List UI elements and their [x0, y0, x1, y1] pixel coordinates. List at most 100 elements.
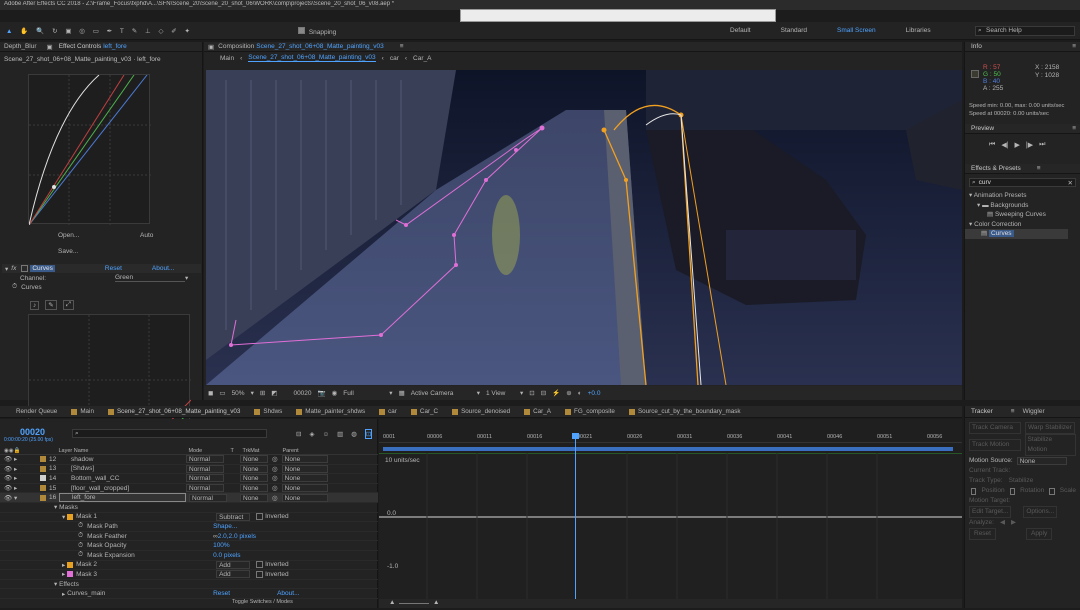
- layer-mode[interactable]: Normal: [189, 493, 227, 502]
- region-of-interest-icon[interactable]: ▭: [219, 389, 225, 397]
- layer-parent[interactable]: None: [281, 484, 328, 493]
- effects-search[interactable]: ⌕ curv ✕: [969, 178, 1076, 187]
- masks-group[interactable]: ▾ Masks: [0, 503, 378, 513]
- current-time[interactable]: 00020: [20, 427, 45, 437]
- effects-group[interactable]: ▾ Effects: [0, 580, 378, 590]
- workspace-standard[interactable]: Standard: [781, 27, 807, 34]
- comp-name-tab[interactable]: Scene_27_shot_06+08_Matte_painting_v03: [256, 43, 383, 50]
- first-frame-icon[interactable]: ⏮: [989, 141, 995, 149]
- mask-2-row[interactable]: ▸ Mask 2 Add Inverted: [0, 560, 378, 571]
- tree-sweeping-curves[interactable]: ▤ Sweeping Curves: [965, 210, 1080, 220]
- mask-opacity-value[interactable]: 100%: [213, 542, 230, 549]
- options-button[interactable]: Options...: [1023, 506, 1058, 518]
- layer-name[interactable]: [floor_wall_cropped]: [59, 485, 186, 492]
- exposure-value[interactable]: +0.0: [588, 390, 601, 397]
- camera-tool-icon[interactable]: ▣: [65, 28, 71, 35]
- layer-mode[interactable]: Normal: [186, 455, 224, 464]
- channel-dropdown[interactable]: Green: [115, 274, 185, 282]
- tree-curves[interactable]: ▤ Curves: [965, 229, 1068, 239]
- workspace-default[interactable]: Default: [730, 27, 751, 34]
- layer-parent[interactable]: None: [281, 474, 328, 483]
- current-time-display[interactable]: 00020: [293, 390, 311, 397]
- flowchart-icon[interactable]: ⊟: [541, 389, 546, 397]
- grid-icon[interactable]: ⊞: [260, 389, 265, 397]
- nav-car[interactable]: car: [390, 55, 399, 62]
- stopwatch-icon[interactable]: ⏱: [78, 551, 83, 559]
- tracker-apply-button[interactable]: Apply: [1025, 528, 1053, 540]
- mask-3-mode[interactable]: Add: [216, 570, 251, 579]
- shy-icon[interactable]: ☺: [322, 431, 329, 438]
- curve-tool-icon[interactable]: ♪: [30, 300, 40, 310]
- menu-icon[interactable]: ≡: [1037, 165, 1041, 172]
- layer-trkmat[interactable]: None: [240, 455, 268, 464]
- zoom-tool-icon[interactable]: 🔍: [36, 28, 44, 35]
- scale-checkbox[interactable]: [1049, 487, 1055, 495]
- work-area-bar[interactable]: [383, 447, 953, 451]
- roto-tool-icon[interactable]: ✐: [171, 28, 176, 35]
- menu-icon[interactable]: ≡: [1072, 43, 1076, 50]
- layer-name[interactable]: left_fore: [59, 493, 186, 503]
- next-frame-icon[interactable]: |▶: [1026, 141, 1033, 149]
- 3d-view-icon[interactable]: ⊕: [566, 389, 571, 397]
- pickwhip-icon[interactable]: ◎: [272, 465, 278, 473]
- layer-mode[interactable]: Normal: [186, 484, 224, 493]
- position-checkbox[interactable]: [971, 487, 977, 495]
- stopwatch-icon[interactable]: ⏱: [78, 532, 83, 540]
- nav-scene[interactable]: Scene_27_shot_06+08_Matte_painting_v03: [248, 54, 376, 62]
- hand-tool-icon[interactable]: ✋: [20, 28, 28, 35]
- magnification-dropdown[interactable]: 50%: [232, 390, 245, 397]
- inverted-checkbox[interactable]: [256, 561, 264, 569]
- layer-row[interactable]: 👁 ▸ 12 shadow Normal None ◎ None: [0, 455, 378, 465]
- layer-row-selected[interactable]: 👁 ▾ 16 left_fore Normal None ◎ None: [0, 493, 378, 503]
- curves-reset-link[interactable]: Reset: [213, 590, 277, 597]
- mask-1-row[interactable]: ▾ Mask 1 Subtract Inverted: [0, 512, 378, 523]
- tab-tracker[interactable]: Tracker: [971, 408, 993, 415]
- stabilize-motion-button[interactable]: Stabilize Motion: [1024, 434, 1076, 456]
- tab-source-cut[interactable]: Source_cut_by_the_boundary_mask: [638, 408, 741, 415]
- layer-parent[interactable]: None: [281, 493, 328, 502]
- layer-name[interactable]: Bottom_wall_CC: [59, 475, 186, 482]
- edit-target-button[interactable]: Edit Target...: [969, 506, 1012, 518]
- eraser-tool-icon[interactable]: ◇: [158, 28, 163, 35]
- tab-fg-composite[interactable]: FG_composite: [574, 408, 615, 415]
- snapping-toggle[interactable]: Snapping: [296, 27, 336, 36]
- tab-car[interactable]: car: [388, 408, 397, 415]
- camera-dropdown[interactable]: Active Camera: [411, 390, 471, 397]
- mask-2-mode[interactable]: Add: [216, 560, 251, 569]
- track-camera-button[interactable]: Track Camera: [969, 422, 1021, 434]
- layer-mode[interactable]: Normal: [186, 464, 224, 473]
- tab-effect-controls[interactable]: Effect Controls: [59, 43, 102, 50]
- layer-parent[interactable]: None: [281, 464, 328, 473]
- menu-icon[interactable]: ≡: [400, 43, 404, 50]
- pen-tool-icon[interactable]: ✒: [107, 28, 112, 35]
- mask-1-mode[interactable]: Subtract: [216, 512, 251, 521]
- layer-row[interactable]: 👁 ▸ 13 [Shdws] Normal None ◎ None: [0, 464, 378, 475]
- fx-about-link[interactable]: About...: [152, 265, 174, 272]
- fx-settings-icon[interactable]: [21, 265, 29, 272]
- inverted-checkbox[interactable]: [256, 570, 264, 578]
- frame-blend-icon[interactable]: ▥: [337, 430, 343, 438]
- graph-editor-icon[interactable]: ⊡: [364, 429, 373, 439]
- workspace-small-screen[interactable]: Small Screen: [837, 27, 876, 34]
- nav-main[interactable]: Main: [220, 55, 234, 62]
- curves-save-button[interactable]: Save...: [58, 248, 78, 255]
- layer-trkmat[interactable]: None: [240, 474, 268, 483]
- track-type-dropdown[interactable]: Stabilize: [1009, 476, 1034, 486]
- mask-expansion-value[interactable]: 0.0 pixels: [213, 552, 240, 559]
- pan-behind-tool-icon[interactable]: ◎: [79, 28, 85, 35]
- play-icon[interactable]: ▶: [1015, 141, 1020, 149]
- pickwhip-icon[interactable]: ◎: [272, 484, 278, 492]
- nav-car-a[interactable]: Car_A: [413, 55, 431, 62]
- inverted-checkbox[interactable]: [256, 513, 264, 521]
- curves-open-button[interactable]: Open...: [58, 232, 79, 239]
- tree-color-correction[interactable]: ▾ Color Correction: [965, 220, 1080, 230]
- stopwatch-icon[interactable]: ⏱: [78, 542, 83, 550]
- playhead[interactable]: [572, 433, 579, 608]
- expand-arrow-icon[interactable]: ▾: [5, 265, 8, 273]
- view-layout-dropdown[interactable]: 1 View: [486, 390, 514, 397]
- tab-car-c[interactable]: Car_C: [420, 408, 438, 415]
- draft-3d-icon[interactable]: ◈: [309, 430, 314, 438]
- pickwhip-icon[interactable]: ◎: [272, 494, 278, 502]
- layer-row[interactable]: 👁 ▸ 14 Bottom_wall_CC Normal None ◎ None: [0, 474, 378, 484]
- tab-wiggler[interactable]: Wiggler: [1023, 408, 1045, 415]
